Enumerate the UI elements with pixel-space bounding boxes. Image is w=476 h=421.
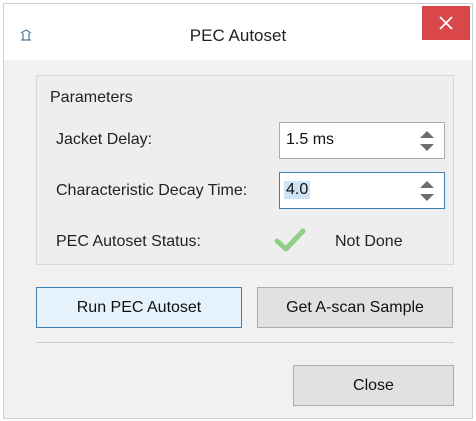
checkmark-icon xyxy=(274,228,306,252)
dialog-body: Parameters Jacket Delay: 1.5 ms Characte… xyxy=(4,60,472,418)
divider xyxy=(36,342,454,343)
jacket-delay-value[interactable]: 1.5 ms xyxy=(286,131,334,149)
get-a-scan-sample-button[interactable]: Get A-scan Sample xyxy=(257,287,453,328)
window-title: PEC Autoset xyxy=(189,26,287,45)
status-value: Not Done xyxy=(335,233,403,250)
decay-time-spinner[interactable]: 4.0 xyxy=(279,172,445,209)
close-button[interactable]: Close xyxy=(293,365,454,406)
jacket-delay-label: Jacket Delay: xyxy=(56,131,153,148)
decay-time-label: Characteristic Decay Time: xyxy=(56,182,248,199)
dialog-window: PEC Autoset Parameters Jacket Delay: 1.5… xyxy=(3,3,473,419)
close-window-button[interactable] xyxy=(422,6,470,40)
group-title: Parameters xyxy=(50,89,133,106)
close-icon xyxy=(439,16,453,30)
jacket-delay-spinner[interactable]: 1.5 ms xyxy=(279,122,445,159)
parameters-group: Parameters Jacket Delay: 1.5 ms Characte… xyxy=(36,75,454,265)
spin-arrows-icon[interactable] xyxy=(418,177,436,205)
status-label: PEC Autoset Status: xyxy=(56,233,201,250)
run-pec-autoset-button[interactable]: Run PEC Autoset xyxy=(36,287,242,328)
spin-arrows-icon[interactable] xyxy=(418,127,436,155)
decay-time-value[interactable]: 4.0 xyxy=(284,181,311,199)
title-bar[interactable]: PEC Autoset xyxy=(4,4,472,60)
